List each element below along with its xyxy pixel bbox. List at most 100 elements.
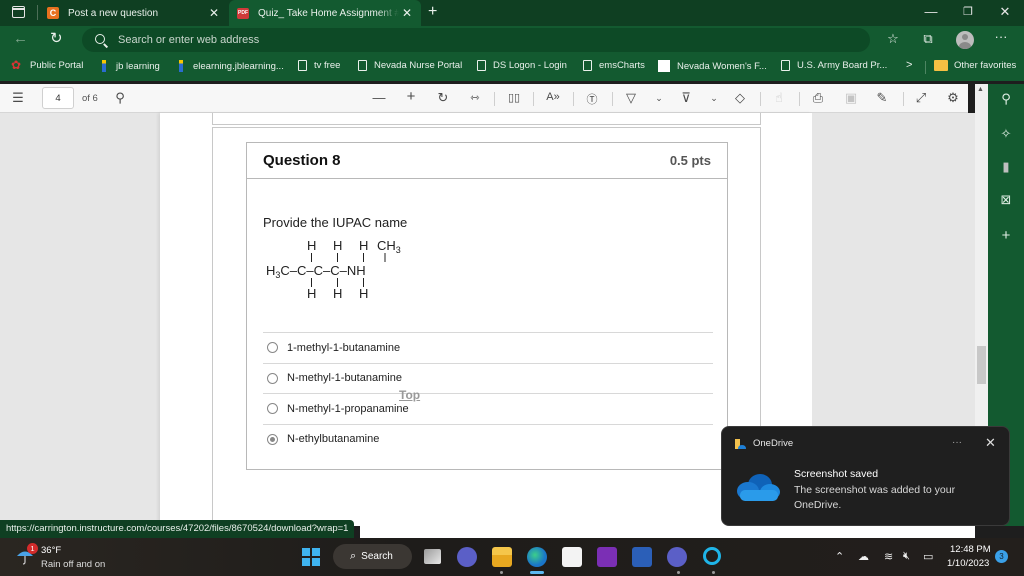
favorite-label: Nevada Nurse Portal [374,60,463,71]
favorite-label: tv free [314,60,341,71]
favorite-tv-free[interactable]: tv free [298,60,340,71]
tab-quiz-pdf[interactable]: PDF Quiz_ Take Home Assignment #6 ✕ [229,0,421,26]
profile-avatar[interactable] [956,31,974,49]
close-tab-icon[interactable]: ✕ [399,6,415,20]
address-bar[interactable] [82,28,870,52]
favorite-jb-learning[interactable]: jb learning [98,60,160,72]
add-text-icon[interactable]: Ⓣ [583,91,601,107]
save-icon[interactable]: ▣ [842,90,860,106]
tab-post-question[interactable]: C Post a new question ✕ [42,0,228,26]
clock-date[interactable]: 1/10/2023 [947,558,989,569]
favorites-divider [925,61,926,74]
rotate-icon[interactable]: ↻ [434,90,452,106]
radio-button[interactable] [267,372,278,384]
weather-temperature[interactable]: 36°F [41,545,61,556]
microsoft-store-icon[interactable] [562,547,582,567]
answer-label: N-ethylbutanamine [287,433,380,446]
settings-icon[interactable]: ⚙ [944,90,962,106]
answer-option[interactable]: N-methyl-1-propanamine [263,393,713,424]
favorite-army-board[interactable]: U.S. Army Board Pr... [781,60,887,71]
restore-button[interactable]: ❐ [958,5,978,18]
sidebar-search-icon[interactable]: ⚲ [988,91,1024,107]
highlight-options-chevron-icon[interactable]: ⌄ [705,93,723,104]
more-icon[interactable]: ··· [992,29,1010,44]
favorite-nevada-nurse-portal[interactable]: Nevada Nurse Portal [358,60,462,71]
start-button[interactable] [302,548,320,566]
favorite-label: jb learning [116,60,160,72]
onedrive-notification[interactable]: OneDrive ··· ✕ Screenshot saved The scre… [721,426,1010,526]
highlight-icon[interactable]: ⊽ [677,90,695,106]
favorite-elearning[interactable]: elearning.jblearning... [175,60,284,72]
favorite-emscharts[interactable]: emsCharts [583,60,645,71]
find-icon[interactable]: ⚲ [111,90,129,106]
page-view-icon[interactable]: ▯▯ [505,91,523,104]
tab-title: Post a new question [68,7,159,19]
minimize-button[interactable]: — [921,4,941,19]
print-icon[interactable]: ⎙ [809,90,827,106]
wifi-icon[interactable]: ≋ [884,550,893,563]
favorite-public-portal[interactable]: ✿ Public Portal [11,59,83,71]
task-view-icon[interactable] [424,549,441,564]
favorite-ds-logon[interactable]: DS Logon - Login [477,60,567,71]
word-icon[interactable] [632,547,652,567]
tab-actions-icon[interactable] [12,6,25,18]
file-explorer-icon[interactable] [492,547,512,567]
contents-icon[interactable]: ☰ [9,90,27,106]
notification-count-badge[interactable]: 3 [995,550,1008,563]
clock-time[interactable]: 12:48 PM [950,544,991,555]
favorite-nevada-womens[interactable]: Nevada Women's F... [658,60,767,72]
answer-option-selected[interactable]: N-ethylbutanamine [263,423,713,455]
sidebar-office-icon[interactable]: ▮ [988,159,1024,175]
chat-icon[interactable] [457,547,477,567]
other-favorites[interactable]: Other favorites [934,60,1016,71]
sidebar-outlook-icon[interactable]: ⊠ [988,192,1024,208]
sidebar-add-icon[interactable]: + [988,227,1024,244]
radio-button[interactable] [267,403,278,415]
zoom-in-icon[interactable]: + [402,88,420,105]
toast-close-icon[interactable]: ✕ [985,435,996,451]
battery-icon[interactable]: ▭ [923,550,933,563]
taskbar: 1 36°F Rain off and on ⌕ Search ⌃ ☁ ≋ 🔇︎… [0,538,1024,576]
fit-width-icon[interactable]: ⇿ [466,91,484,104]
volume-muted-icon[interactable]: 🔇︎ [903,550,910,563]
touch-icon[interactable]: ☝ [770,90,788,106]
edge-browser-icon[interactable] [527,547,547,567]
taskbar-search[interactable]: ⌕ Search [333,544,412,569]
favorite-label: U.S. Army Board Pr... [797,60,888,71]
collections-icon[interactable]: ⧉ [919,31,937,47]
answer-option[interactable]: 1-methyl-1-butanamine [263,332,713,363]
close-tab-icon[interactable]: ✕ [206,6,222,20]
save-as-icon[interactable]: ✎ [873,90,891,106]
draw-options-chevron-icon[interactable]: ⌄ [650,93,668,104]
favorites-overflow-chevron-icon[interactable]: > [906,59,912,71]
scroll-up-arrow-icon[interactable]: ▲ [977,86,984,93]
running-indicator [712,571,715,574]
toast-more-icon[interactable]: ··· [952,437,962,448]
erase-icon[interactable]: ◇ [731,90,749,106]
sidebar-discover-icon[interactable]: ✧ [988,126,1024,142]
refresh-icon[interactable]: ↻ [50,29,63,47]
answer-option[interactable]: N-methyl-1-butanamine [263,362,713,394]
scrollbar-thumb[interactable] [977,346,986,384]
page-number-input[interactable] [42,87,74,109]
onedrive-tray-icon[interactable]: ☁ [858,550,869,563]
alexa-icon[interactable] [703,547,721,565]
radio-button-checked[interactable] [267,433,278,445]
weather-description[interactable]: Rain off and on [41,559,105,570]
teams-icon[interactable] [667,547,687,567]
new-tab-button[interactable]: + [428,3,437,21]
draw-icon[interactable]: ▽ [622,90,640,106]
question-card: Question 8 0.5 pts Provide the IUPAC nam… [246,142,728,470]
favorites-icon[interactable]: ☆ [884,31,902,47]
onenote-icon[interactable] [597,547,617,567]
close-window-button[interactable]: ✕ [995,4,1015,20]
show-hidden-icons-chevron-icon[interactable]: ⌃ [835,550,844,563]
search-icon [94,33,108,47]
address-input[interactable] [118,34,818,46]
radio-button[interactable] [267,342,278,354]
top-link[interactable]: Top [399,388,420,402]
read-aloud-icon[interactable]: A» [544,91,562,103]
fullscreen-icon[interactable]: ⤢ [912,90,930,106]
back-arrow-icon[interactable]: ← [13,30,28,47]
zoom-out-icon[interactable]: — [370,90,388,105]
